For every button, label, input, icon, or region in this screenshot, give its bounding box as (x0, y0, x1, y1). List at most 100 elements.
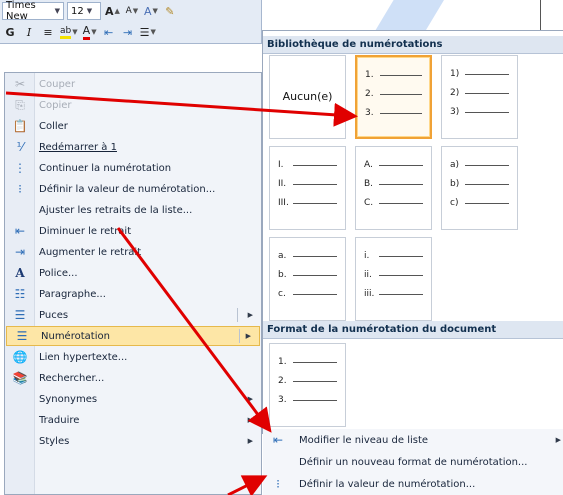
chevron-right-icon: ▶ (247, 395, 253, 403)
menu-item-adjust-list-indents[interactable]: Ajuster les retraits de la liste... (5, 200, 261, 220)
numbering-format-none[interactable]: Aucun(e) (269, 55, 346, 139)
menu-item-label: Synonymes (39, 393, 98, 405)
chevron-down-icon: ▼ (54, 7, 60, 15)
bold-button[interactable]: G (2, 23, 18, 41)
font-name-combo[interactable]: Times New ▼ (2, 0, 64, 22)
font-color-button[interactable]: A ▼ (82, 23, 98, 41)
menu-item-continue-numbering[interactable]: ⋮ Continuer la numérotation (5, 158, 261, 178)
numbering-format-lower-roman[interactable]: i. ii. iii. (355, 237, 432, 321)
menu-item-label: Coller (39, 120, 68, 132)
submenu-separator (239, 329, 240, 343)
none-label: Aucun(e) (282, 90, 333, 103)
menu-item-copy[interactable]: ⎘ Copier (5, 95, 261, 115)
document-numbering-format[interactable]: 1. 2. 3. (269, 343, 346, 427)
menu-item-research[interactable]: 📚 Rechercher... (5, 368, 261, 388)
menu-item-font[interactable]: A Police... (5, 263, 261, 283)
set-value-icon: ⁝ (18, 182, 22, 196)
submenu-separator (237, 308, 238, 322)
decrease-indent-icon: ⇤ (14, 224, 26, 238)
menu-item-styles[interactable]: Styles ▶ (5, 431, 261, 451)
font-icon: A (15, 266, 25, 280)
italic-button[interactable]: I (21, 23, 37, 41)
menu-item-paragraph[interactable]: ☷ Paragraphe... (5, 284, 261, 304)
scissors-icon: ✂ (14, 77, 26, 91)
menu-item-label: Continuer la numérotation (39, 162, 172, 174)
menu-item-label: Ajuster les retraits de la liste... (39, 204, 193, 216)
font-name-value: Times New (6, 0, 36, 22)
toolbar-row-1: Times New ▼ 12 ▼ A ▲ A ▼ A ▼ ✎ (2, 0, 178, 22)
menu-item-label: Diminuer le retrait (39, 225, 132, 237)
decrease-indent-icon: ⇤ (104, 25, 114, 39)
context-menu: ✂ Couper ⎘ Copier 📋 Coller ⅟ Redémarrer … (4, 72, 262, 495)
hyperlink-icon: 🌐 (12, 350, 28, 364)
menu-item-numbering[interactable]: ☰ Numérotation ▶ (6, 326, 260, 346)
chevron-right-icon: ▶ (245, 332, 251, 340)
chevron-right-icon: ▶ (555, 436, 561, 444)
numbering-format-decimal-paren[interactable]: 1) 2) 3) (441, 55, 518, 139)
menu-item-label: Rechercher... (39, 372, 105, 384)
font-size-combo[interactable]: 12 ▼ (67, 2, 101, 20)
center-align-button[interactable]: ≡ (40, 23, 56, 41)
format-painter-button[interactable]: ✎ (162, 2, 178, 20)
menu-item-paste[interactable]: 📋 Coller (5, 116, 261, 136)
numbering-library-header: Bibliothèque de numérotations (263, 36, 563, 54)
bullets-icon: ☰ (14, 308, 26, 322)
copy-icon: ⎘ (15, 97, 25, 112)
menu-item-cut[interactable]: ✂ Couper (5, 74, 261, 94)
menu-item-label: Redémarrer à 1 (39, 141, 117, 153)
set-numbering-value-item[interactable]: ⁝ Définir la valeur de numérotation... (263, 473, 563, 495)
increase-indent-icon: ⇥ (123, 25, 133, 39)
numbering-format-upper-alpha[interactable]: A. B. C. (355, 146, 432, 230)
menu-item-decrease-indent[interactable]: ⇤ Diminuer le retrait (5, 221, 261, 241)
menu-item-label: Puces (39, 309, 69, 321)
numbering-format-upper-roman[interactable]: I. II. III. (269, 146, 346, 230)
chevron-down-icon: ▼ (86, 7, 93, 15)
menu-item-translate[interactable]: Traduire ▶ (5, 410, 261, 430)
continue-numbering-icon: ⋮ (14, 161, 26, 175)
menu-item-label: Styles (39, 435, 70, 447)
numbering-icon: ☰ (16, 329, 28, 343)
numbering-format-decimal-period[interactable]: 1. 2. 3. (355, 55, 432, 139)
menu-item-increase-indent[interactable]: ⇥ Augmenter le retrait (5, 242, 261, 262)
bullets-icon: ☰ (139, 25, 150, 39)
menu-item-bullets[interactable]: ☰ Puces ▶ (5, 305, 261, 325)
numbering-panel: Bibliothèque de numérotations Aucun(e) 1… (262, 30, 563, 434)
grow-font-button[interactable]: A ▲ (104, 2, 121, 20)
decrease-indent-toolbar-button[interactable]: ⇤ (101, 23, 117, 41)
paintbrush-icon: ✎ (165, 4, 175, 18)
submenu-item-label: Définir la valeur de numérotation... (299, 478, 476, 490)
research-icon: 📚 (12, 371, 28, 385)
menu-item-label: Couper (39, 78, 76, 90)
menu-item-label: Augmenter le retrait (39, 246, 142, 258)
mini-toolbar: Times New ▼ 12 ▼ A ▲ A ▼ A ▼ ✎ G I ≡ ab ▼ A ▼ ⇤… (0, 0, 262, 44)
submenu-item-label: Modifier le niveau de liste (299, 434, 429, 446)
increase-indent-toolbar-button[interactable]: ⇥ (120, 23, 136, 41)
numbering-format-lower-alpha-paren[interactable]: a) b) c) (441, 146, 518, 230)
highlighter-icon: ab (60, 26, 72, 39)
chevron-right-icon: ▶ (247, 416, 253, 424)
menu-item-hyperlink[interactable]: 🌐 Lien hypertexte... (5, 347, 261, 367)
menu-item-label: Paragraphe... (39, 288, 106, 300)
set-value-icon: ⁝ (276, 477, 280, 491)
shrink-font-button[interactable]: A ▼ (124, 2, 140, 20)
menu-item-label: Police... (39, 267, 78, 279)
menu-item-label: Copier (39, 99, 72, 111)
numbering-format-lower-alpha-period[interactable]: a. b. c. (269, 237, 346, 321)
submenu-item-label: Définir un nouveau format de numérotatio… (299, 456, 528, 468)
paragraph-icon: ☷ (14, 287, 26, 301)
styles-button[interactable]: A ▼ (143, 2, 159, 20)
chevron-right-icon: ▶ (247, 311, 253, 319)
toolbar-row-2: G I ≡ ab ▼ A ▼ ⇤ ⇥ ☰ ▼ (2, 22, 157, 42)
define-new-number-format-item[interactable]: Définir un nouveau format de numérotatio… (263, 451, 563, 473)
change-list-level-item[interactable]: ⇤ Modifier le niveau de liste ▶ (263, 429, 563, 451)
menu-item-set-numbering-value[interactable]: ⁝ Définir la valeur de numérotation... (5, 179, 261, 199)
align-center-icon: ≡ (43, 25, 53, 39)
styles-icon: A (143, 4, 152, 18)
bullets-toolbar-button[interactable]: ☰ ▼ (139, 23, 157, 41)
menu-item-label: Lien hypertexte... (39, 351, 128, 363)
menu-item-synonyms[interactable]: Synonymes ▶ (5, 389, 261, 409)
menu-item-label: Définir la valeur de numérotation... (39, 183, 216, 195)
paste-icon: 📋 (12, 119, 28, 133)
menu-item-restart-numbering[interactable]: ⅟ Redémarrer à 1 (5, 137, 261, 157)
highlight-button[interactable]: ab ▼ (59, 23, 79, 41)
